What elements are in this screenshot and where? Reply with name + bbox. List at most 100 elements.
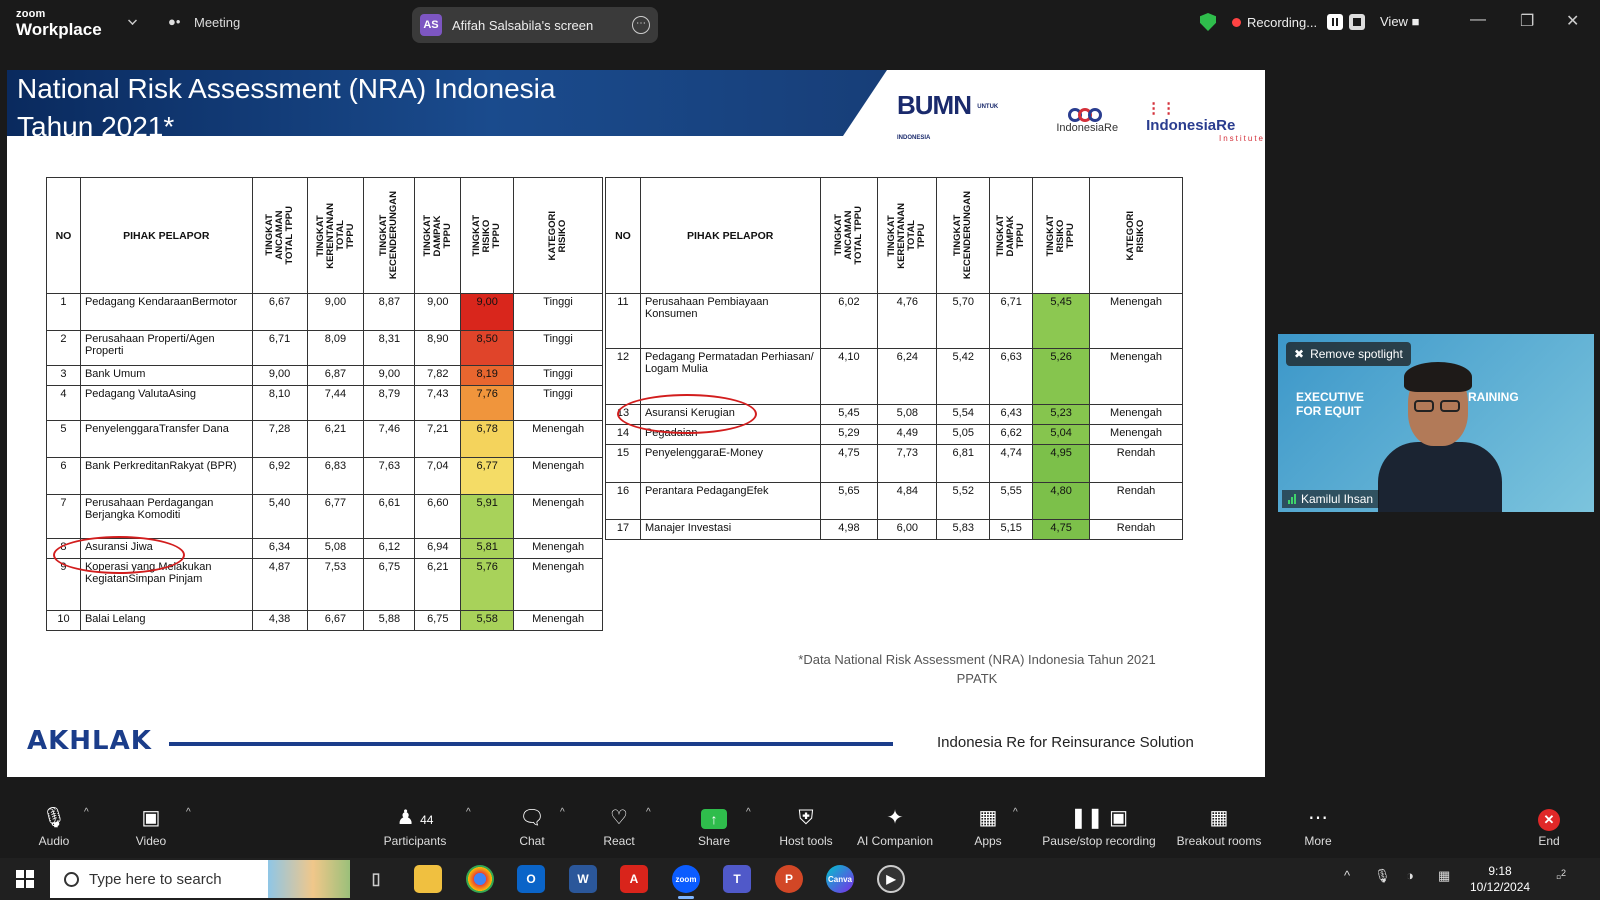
stop-recording-button[interactable] <box>1349 14 1366 30</box>
pause-stop-icon: ❚❚ ▣ <box>1070 807 1128 829</box>
taskbar-search-box[interactable]: Type here to search <box>50 860 350 898</box>
microphone-icon[interactable]: 🎙 <box>1374 868 1391 884</box>
row-pihak-pelapor: Balai Lelang <box>79 610 253 631</box>
breakout-rooms-button[interactable]: ▦ Breakout rooms <box>1174 805 1264 848</box>
react-button[interactable]: ♡ React <box>601 805 637 848</box>
row-kategori-risiko: Menengah <box>513 558 603 611</box>
row-no: 5 <box>46 420 81 458</box>
spotlight-video-tile[interactable]: EXECUTIVE FOR EQUIT RAINING ✖ Remove spot… <box>1278 334 1594 512</box>
header-kategori: KATEGORI RISIKO <box>513 177 603 294</box>
chrome-icon[interactable] <box>466 865 494 893</box>
remove-spotlight-button[interactable]: ✖ Remove spotlight <box>1286 342 1411 366</box>
row-kategori-risiko: Menengah <box>513 457 603 495</box>
zoom-workplace-logo[interactable]: zoom Workplace <box>16 8 102 39</box>
muted-mic-icon: 🎙 <box>41 807 67 829</box>
row-no: 2 <box>46 330 81 366</box>
share-button[interactable]: ↑ Share <box>696 805 732 848</box>
acrobat-icon[interactable]: A <box>620 865 648 893</box>
table-row: 7 Perusahaan Perdagangan Berjangka Komodi… <box>46 494 603 539</box>
row-tingkat-kerentanan: 6,00 <box>877 519 938 540</box>
more-label: More <box>1304 834 1332 848</box>
row-tingkat-risiko: 8,19 <box>460 365 515 386</box>
bumn-logo: BUMN UNTUK INDONESIA <box>897 90 999 142</box>
row-tingkat-kecenderungan: 6,61 <box>363 494 416 539</box>
row-pihak-pelapor: Perusahaan Perdagangan Berjangka Komodit… <box>79 494 253 539</box>
end-button[interactable]: ✕ End <box>1534 805 1564 848</box>
row-tingkat-risiko: 6,78 <box>460 420 515 458</box>
media-player-icon[interactable]: ▶ <box>877 865 905 893</box>
row-tingkat-ancaman: 9,00 <box>251 365 308 386</box>
more-options-icon[interactable]: ⋯ <box>632 16 650 34</box>
display-icon[interactable]: ▦ <box>1438 868 1450 884</box>
apps-options-caret[interactable]: ^ <box>1013 807 1018 818</box>
screen-share-indicator[interactable]: AS Afifah Salsabila's screen ⋯ <box>412 7 658 43</box>
wifi-icon[interactable]: ◑ <box>1406 868 1414 883</box>
slide-title-line1: National Risk Assessment (NRA) Indonesia <box>17 73 556 104</box>
row-tingkat-risiko: 6,77 <box>460 457 515 495</box>
row-tingkat-kecenderungan: 9,00 <box>363 365 416 386</box>
row-no: 4 <box>46 385 81 421</box>
brand-small: zoom <box>16 8 46 20</box>
row-tingkat-ancaman: 6,02 <box>819 293 879 349</box>
restore-icon[interactable]: ❐ <box>1520 11 1534 31</box>
task-view-icon[interactable]: ▯ <box>362 865 390 893</box>
table-row: 3 Bank Umum 9,00 6,87 9,00 7,82 8,19 Tinggi <box>46 365 603 386</box>
close-icon[interactable]: ✕ <box>1566 11 1579 31</box>
notifications-icon[interactable]: ▫2 <box>1556 868 1566 885</box>
pause-recording-button[interactable] <box>1327 14 1344 30</box>
share-options-caret[interactable]: ^ <box>746 807 751 818</box>
host-tools-button[interactable]: ⛨ Host tools <box>776 805 836 848</box>
canva-icon[interactable]: Canva <box>826 865 854 893</box>
apps-button[interactable]: ▦ Apps <box>970 805 1006 848</box>
row-no: 1 <box>46 293 81 331</box>
react-options-caret[interactable]: ^ <box>646 807 651 818</box>
chat-button[interactable]: 🗨 Chat <box>515 805 549 848</box>
ai-companion-button[interactable]: ✦ AI Companion <box>852 805 938 848</box>
view-menu-button[interactable]: View ■ <box>1380 14 1419 29</box>
header-pihak-pelapor: PIHAK PELAPOR <box>79 177 253 294</box>
row-kategori-risiko: Tinggi <box>513 385 603 421</box>
apps-icon: ▦ <box>978 807 998 829</box>
source-footnote: *Data National Risk Assessment (NRA) Ind… <box>798 652 1156 686</box>
row-pihak-pelapor: PenyelenggaraTransfer Dana <box>79 420 253 458</box>
audio-label: Audio <box>38 834 70 848</box>
row-tingkat-risiko: 5,91 <box>460 494 515 539</box>
row-kategori-risiko: Menengah <box>513 610 603 631</box>
row-no: 12 <box>605 348 641 405</box>
participants-options-caret[interactable]: ^ <box>466 807 471 818</box>
audio-options-caret[interactable]: ^ <box>84 807 89 818</box>
end-call-icon: ✕ <box>1534 805 1564 831</box>
word-icon[interactable]: W <box>569 865 597 893</box>
meeting-menu[interactable]: ●• Meeting <box>168 14 240 30</box>
share-label: Share <box>697 834 731 848</box>
system-clock[interactable]: 9:18 10/12/2024 <box>1470 863 1530 895</box>
row-tingkat-risiko: 5,76 <box>460 558 515 611</box>
row-tingkat-dampak: 9,00 <box>414 293 462 331</box>
row-tingkat-kerentanan: 7,44 <box>306 385 365 421</box>
row-kategori-risiko: Rendah <box>1089 444 1183 483</box>
chat-options-caret[interactable]: ^ <box>560 807 565 818</box>
more-button[interactable]: ⋯ More <box>1300 805 1336 848</box>
video-button[interactable]: ▣ Video <box>131 805 171 848</box>
pause-stop-recording-button[interactable]: ❚❚ ▣ Pause/stop recording <box>1036 805 1162 848</box>
file-explorer-icon[interactable] <box>414 865 442 893</box>
outlook-icon[interactable]: O <box>517 865 545 893</box>
minimize-icon[interactable]: — <box>1470 11 1486 29</box>
teams-icon[interactable]: T <box>723 865 751 893</box>
zoom-icon[interactable]: zoom <box>672 865 700 899</box>
audio-button[interactable]: 🎙 Audio <box>34 805 74 848</box>
row-kategori-risiko: Rendah <box>1089 482 1183 520</box>
chat-label: Chat <box>519 834 545 848</box>
sparkle-icon: ✦ <box>886 807 904 829</box>
row-tingkat-kerentanan: 6,67 <box>306 610 365 631</box>
row-tingkat-ancaman: 6,92 <box>251 457 308 495</box>
video-options-caret[interactable]: ^ <box>186 807 191 818</box>
indonesiare-logo: IndonesiaRe <box>1056 108 1118 134</box>
participants-button[interactable]: ♟ 44 Participants <box>380 805 450 848</box>
chevron-down-icon[interactable] <box>128 16 137 25</box>
powerpoint-icon[interactable]: P <box>775 865 803 893</box>
show-hidden-icons-caret[interactable]: ^ <box>1344 868 1350 883</box>
row-kategori-risiko: Menengah <box>513 420 603 458</box>
table-row: 2 Perusahaan Properti/Agen Properti 6,71 8,… <box>46 330 603 366</box>
windows-start-icon[interactable] <box>16 870 34 888</box>
